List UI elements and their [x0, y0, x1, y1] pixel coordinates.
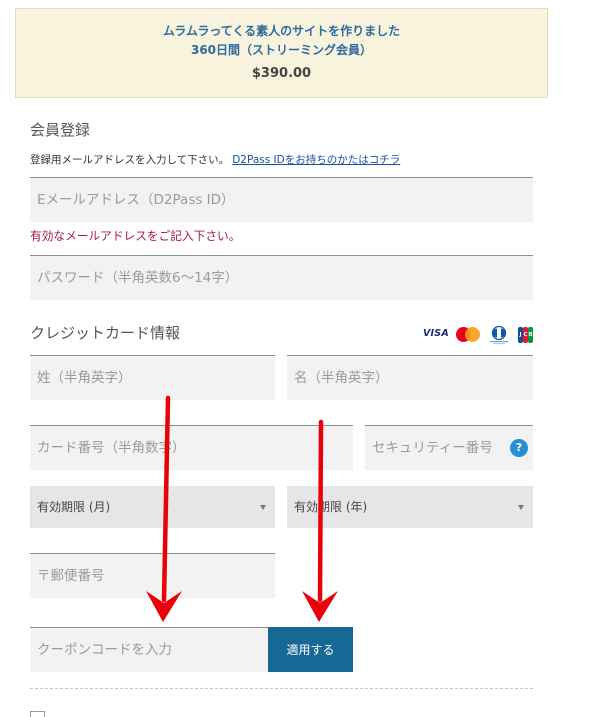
product-plan: 360日間（ストリーミング会員）: [190, 43, 373, 57]
credit-card-heading: クレジットカード情報: [30, 324, 181, 342]
expiry-month-value: 有効期限 (月): [37, 500, 111, 514]
jcb-letter-b: B: [528, 327, 533, 343]
triangle-down-icon: [260, 505, 266, 510]
member-registration-heading: 会員登録: [30, 121, 91, 139]
payment-page: ムラムラってくる素人のサイトを作りました 360日間（ストリーミング会員） $3…: [0, 0, 612, 717]
product-price: $390.00: [251, 66, 312, 81]
diners-wordmark: [490, 341, 508, 343]
email-error-message: 有効なメールアドレスをご記入下さい。: [30, 229, 241, 243]
email-instruction-text: 登録用メールアドレスを入力して下さい。: [30, 154, 230, 166]
visa-logo: VISA: [423, 328, 449, 339]
apply-coupon-button[interactable]: 適用する: [268, 627, 353, 672]
diners-club-logo: [490, 325, 508, 345]
postal-code-input[interactable]: [30, 553, 275, 598]
expiry-year-select[interactable]: 有効期限 (年): [287, 486, 533, 528]
jcb-logo: J C B: [518, 327, 533, 343]
email-input[interactable]: [30, 177, 533, 222]
coupon-code-input[interactable]: [30, 627, 268, 672]
product-summary: ムラムラってくる素人のサイトを作りました 360日間（ストリーミング会員） $3…: [15, 8, 548, 98]
arrow-head: [302, 591, 338, 622]
section-divider: [30, 688, 533, 689]
mastercard-yellow-circle: [465, 327, 480, 342]
product-name: ムラムラってくる素人のサイトを作りました: [162, 24, 401, 38]
offer-checkbox[interactable]: [30, 711, 45, 717]
last-name-input[interactable]: [30, 355, 275, 400]
expiry-month-select[interactable]: 有効期限 (月): [30, 486, 275, 528]
card-number-input[interactable]: [30, 425, 353, 470]
password-input[interactable]: [30, 255, 533, 300]
question-circle-icon[interactable]: ?: [510, 439, 528, 457]
diners-wordmark-sub: [493, 343, 505, 345]
triangle-down-icon: [518, 505, 524, 510]
security-code-input[interactable]: [365, 425, 533, 470]
d2pass-link[interactable]: D2Pass IDをお持ちのかたはコチラ: [232, 154, 400, 166]
email-instruction: 登録用メールアドレスを入力して下さい。 D2Pass IDをお持ちのかたはコチラ: [30, 153, 400, 167]
expiry-year-value: 有効期限 (年): [294, 500, 368, 514]
mastercard-logo: [456, 327, 480, 342]
first-name-input[interactable]: [287, 355, 533, 400]
